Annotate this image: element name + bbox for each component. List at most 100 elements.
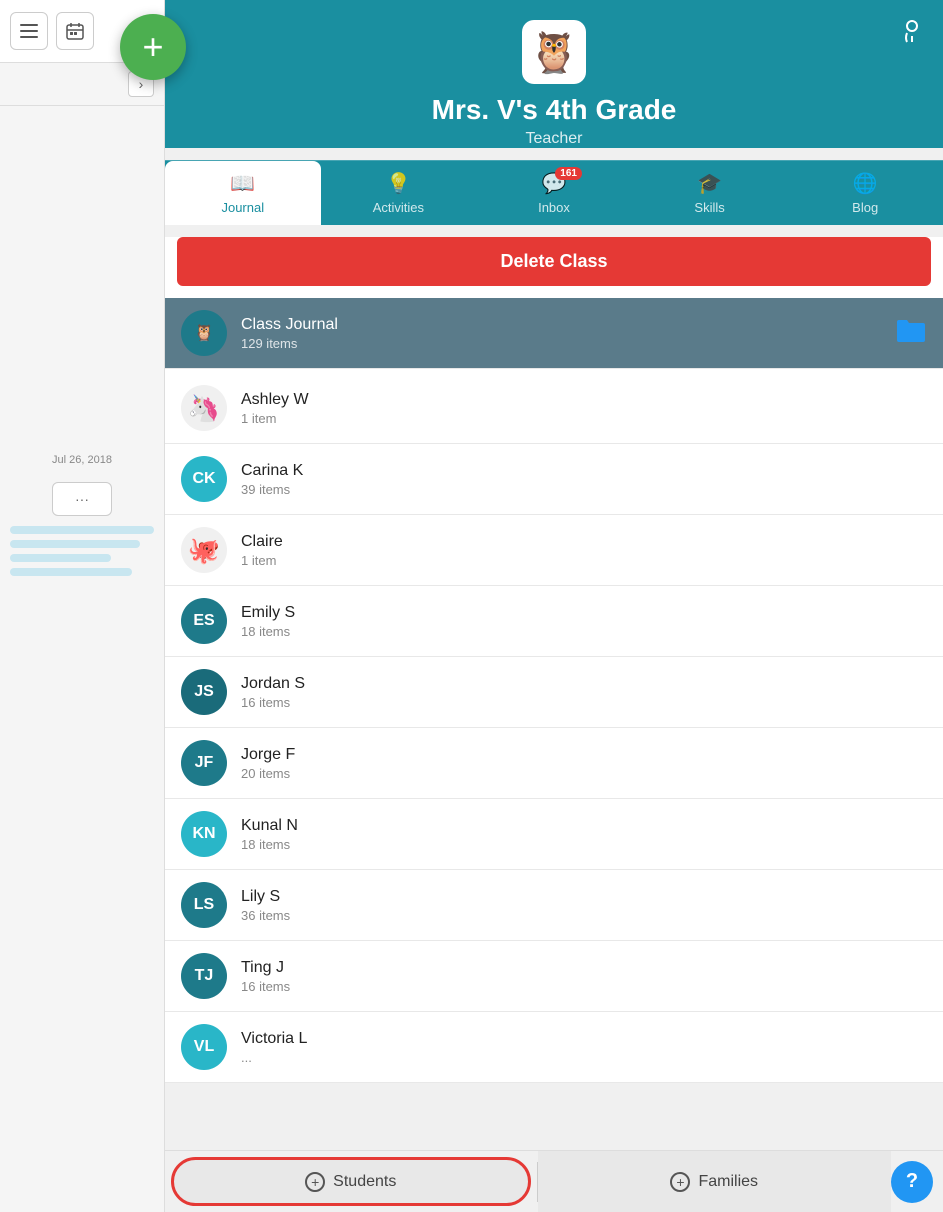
skills-tab-label: Skills [694,200,724,215]
student-items: 36 items [241,908,927,923]
hamburger-button[interactable] [10,12,48,50]
class-title: Mrs. V's 4th Grade [185,94,923,126]
delete-class-button[interactable]: Delete Class [177,237,931,286]
student-items: 18 items [241,837,927,852]
class-header: 🦉 Mrs. V's 4th Grade Teacher [165,0,943,148]
sidebar: › Jul 26, 2018 ··· [0,0,165,1212]
student-items: 20 items [241,766,927,781]
list-item[interactable]: VL Victoria L ... [165,1012,943,1083]
blog-tab-icon: 🌐 [853,171,878,196]
student-name: Kunal N [241,817,927,835]
student-info: Jordan S 16 items [241,675,927,710]
student-name: Jorge F [241,746,927,764]
student-items: 16 items [241,979,927,994]
list-item[interactable]: 🦄 Ashley W 1 item [165,373,943,444]
class-journal-name: Class Journal [241,316,895,334]
calendar-button[interactable] [56,12,94,50]
preview-line-1 [10,526,154,534]
activities-tab-icon: 💡 [386,171,411,196]
inbox-badge: 161 [555,167,582,180]
student-avatar: CK [181,456,227,502]
list-item[interactable]: 🐙 Claire 1 item [165,515,943,586]
preview-line-4 [10,568,132,576]
bottom-bar: + Students + Families ? [165,1150,943,1212]
tab-journal[interactable]: 📖 Journal [165,161,321,225]
sidebar-date: Jul 26, 2018 [0,446,164,474]
class-subtitle: Teacher [185,130,923,148]
list-item[interactable]: KN Kunal N 18 items [165,799,943,870]
student-avatar: 🦄 [181,385,227,431]
help-icon: ? [906,1170,918,1193]
add-button[interactable]: + [120,14,186,80]
journal-content: Delete Class 🦉 Class Journal 129 items 🦄… [165,237,943,1083]
student-name: Victoria L [241,1030,927,1048]
student-name: Claire [241,533,927,551]
student-list: 🦄 Ashley W 1 item CK Carina K 39 items 🐙… [165,373,943,1083]
student-avatar: VL [181,1024,227,1070]
journal-tab-icon: 📖 [230,171,255,196]
student-name: Ting J [241,959,927,977]
student-items: 16 items [241,695,927,710]
students-label: Students [333,1173,396,1191]
class-journal-folder-icon [895,316,927,350]
student-avatar: KN [181,811,227,857]
list-item[interactable]: JS Jordan S 16 items [165,657,943,728]
class-avatar: 🦉 [522,20,586,84]
students-plus-icon: + [305,1172,325,1192]
tab-skills[interactable]: 🎓 Skills [632,161,788,225]
more-button[interactable]: ··· [52,482,112,516]
blog-tab-label: Blog [852,200,878,215]
list-item[interactable]: ES Emily S 18 items [165,586,943,657]
class-journal-items: 129 items [241,336,895,351]
student-info: Carina K 39 items [241,462,927,497]
student-info: Ting J 16 items [241,959,927,994]
settings-button[interactable] [899,18,925,51]
class-journal-avatar: 🦉 [181,310,227,356]
sidebar-preview [0,526,164,576]
student-items: 1 item [241,411,927,426]
families-button[interactable]: + Families [538,1151,892,1212]
inbox-tab-label: Inbox [538,200,570,215]
skills-tab-icon: 🎓 [697,171,722,196]
student-avatar: LS [181,882,227,928]
class-journal-avatar-emoji: 🦉 [194,323,214,343]
student-avatar: 🐙 [181,527,227,573]
owl-emoji: 🦉 [529,29,579,76]
tab-blog[interactable]: 🌐 Blog [787,161,943,225]
list-item[interactable]: LS Lily S 36 items [165,870,943,941]
student-avatar: JF [181,740,227,786]
student-avatar: JS [181,669,227,715]
preview-line-3 [10,554,111,562]
journal-tab-label: Journal [221,200,264,215]
main-content: 🦉 Mrs. V's 4th Grade Teacher 📖 Journal 💡… [165,0,943,1212]
student-name: Carina K [241,462,927,480]
student-info: Emily S 18 items [241,604,927,639]
student-info: Kunal N 18 items [241,817,927,852]
students-button[interactable]: + Students [171,1157,531,1206]
tab-activities[interactable]: 💡 Activities [321,161,477,225]
tab-inbox[interactable]: 161 💬 Inbox [476,161,632,225]
student-info: Ashley W 1 item [241,391,927,426]
student-items: 1 item [241,553,927,568]
student-info: Jorge F 20 items [241,746,927,781]
help-button[interactable]: ? [891,1161,933,1203]
activities-tab-label: Activities [373,200,424,215]
student-name: Ashley W [241,391,927,409]
add-icon: + [142,29,163,65]
student-info: Lily S 36 items [241,888,927,923]
list-item[interactable]: JF Jorge F 20 items [165,728,943,799]
class-journal-item[interactable]: 🦉 Class Journal 129 items [165,298,943,369]
families-plus-icon: + [670,1172,690,1192]
student-avatar: TJ [181,953,227,999]
student-items: 39 items [241,482,927,497]
list-item[interactable]: TJ Ting J 16 items [165,941,943,1012]
student-name: Jordan S [241,675,927,693]
student-info: Victoria L ... [241,1030,927,1065]
student-name: Lily S [241,888,927,906]
student-items: 18 items [241,624,927,639]
student-info: Claire 1 item [241,533,927,568]
tab-bar: 📖 Journal 💡 Activities 161 💬 Inbox 🎓 Ski… [165,160,943,225]
class-journal-info: Class Journal 129 items [241,316,895,351]
list-item[interactable]: CK Carina K 39 items [165,444,943,515]
families-label: Families [698,1173,758,1191]
